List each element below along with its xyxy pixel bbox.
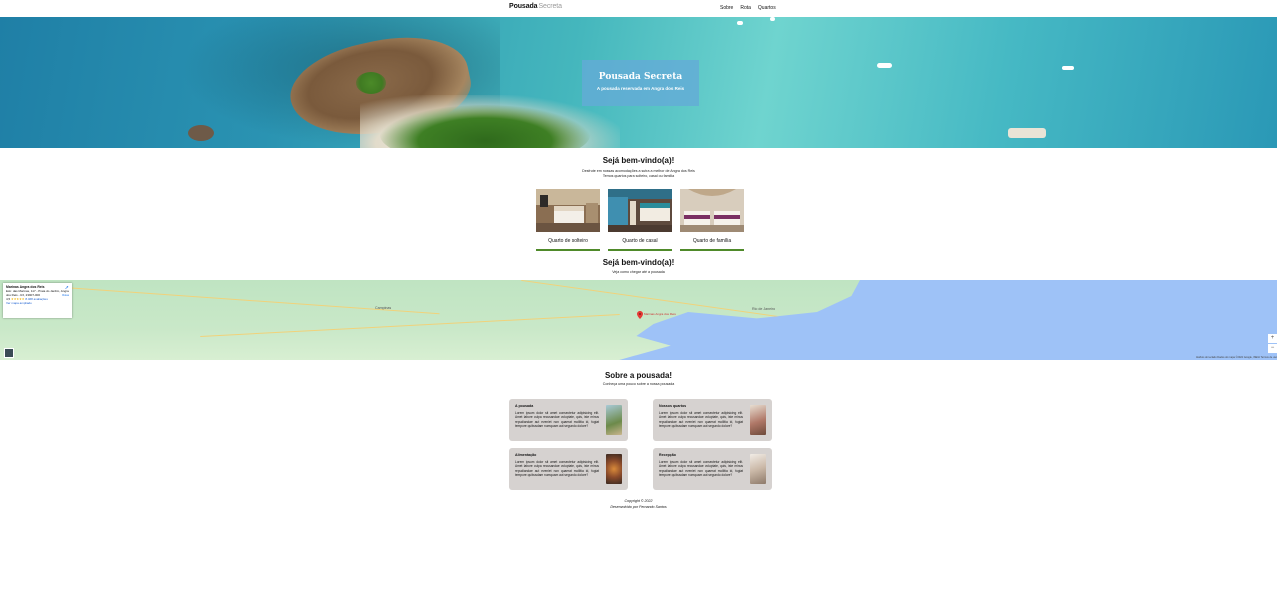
footer-credit: Desenvolvido por Fernando Santos — [610, 505, 667, 509]
info-card-recepcao: Recepção Lorem ipsum dolor sit amet cons… — [653, 448, 772, 490]
map-place-label: Marinas Angra dos Reis — [644, 312, 676, 316]
boat-image — [1062, 66, 1074, 70]
about-subtitle: Conheça uma pouco sobre a nossa pousada — [602, 382, 675, 386]
boat-image — [737, 21, 743, 25]
hero-title-box: Pousada Secreta A pousada reservada em A… — [582, 60, 699, 106]
map-satellite-toggle[interactable] — [4, 348, 14, 358]
hero-banner: Pousada Secreta A pousada reservada em A… — [0, 17, 1277, 148]
top-navbar: PousadaSecreta Sobre Rota Quartos — [0, 0, 1277, 17]
room-label: Quarto de casal — [622, 238, 658, 244]
brand-logo[interactable]: PousadaSecreta — [509, 3, 562, 10]
nav-link-sobre[interactable]: Sobre — [720, 5, 733, 11]
map-zoom-out-button[interactable]: − — [1268, 344, 1277, 353]
map-city-label: Rio de Janeiro — [752, 307, 776, 311]
room-photo — [608, 189, 672, 232]
card-body: Lorem ipsum dolor sit amet consectetur a… — [515, 460, 599, 478]
map-road — [200, 314, 620, 337]
map-pin-icon[interactable] — [637, 311, 643, 319]
room-label: Quarto de solteiro — [548, 238, 588, 244]
info-card-alimentacao: Alimentação Lorem ipsum dolor sit amet c… — [509, 448, 628, 490]
page: PousadaSecreta Sobre Rota Quartos Pousad… — [0, 0, 1277, 589]
nav-link-quartos[interactable]: Quartos — [758, 5, 776, 11]
hero-subtitle: A pousada reservada em Angra dos Reis — [596, 86, 685, 91]
hero-title: Pousada Secreta — [598, 72, 683, 82]
card-body: Lorem ipsum dolor sit amet consectetur a… — [659, 460, 743, 478]
map-attribution[interactable]: Atalhos do teclado Dados do mapa ©2022 G… — [1196, 356, 1277, 359]
room-card-casal[interactable]: Quarto de casal — [608, 189, 672, 251]
room-card-familia[interactable]: Quarto de família — [680, 189, 744, 251]
directions-label[interactable]: Rotas — [62, 294, 69, 298]
boat-image — [1008, 128, 1046, 138]
room-label: Quarto de família — [692, 238, 732, 244]
map-city-label: Campinas — [375, 306, 392, 310]
nav-links: Sobre Rota Quartos — [720, 5, 776, 11]
card-image — [606, 454, 622, 484]
map-info-card: Marinas Angra dos Reis Estr. das Marinas… — [3, 283, 72, 318]
card-image — [606, 405, 622, 435]
room-underline — [536, 249, 600, 251]
info-card-quartos: Nossos quartos Lorem ipsum dolor sit ame… — [653, 399, 772, 441]
map-enlarge-link[interactable]: Ver mapa ampliado — [6, 301, 69, 305]
boat-image — [877, 63, 892, 68]
about-heading: Sobre a pousada! — [604, 371, 673, 380]
room-photo — [680, 189, 744, 232]
route-heading: Sejá bem-vindo(a)! — [602, 258, 675, 267]
embedded-map[interactable]: Campinas Rio de Janeiro Marinas Angra do… — [0, 280, 1277, 360]
nav-link-rota[interactable]: Rota — [740, 5, 751, 11]
room-underline — [680, 249, 744, 251]
footer-copyright: Copyright © 2022 — [624, 499, 653, 503]
card-body: Lorem ipsum dolor sit amet consectetur a… — [659, 411, 743, 429]
brand-secondary: Secreta — [538, 3, 562, 10]
brand-primary: Pousada — [509, 3, 538, 10]
room-underline — [608, 249, 672, 251]
hero-bush — [356, 72, 386, 94]
boat-image — [770, 17, 775, 21]
room-card-solteiro[interactable]: Quarto de solteiro — [536, 189, 600, 251]
card-image — [750, 454, 766, 484]
hero-rock — [188, 125, 214, 141]
info-card-pousada: A pousada Lorem ipsum dolor sit amet con… — [509, 399, 628, 441]
room-photo — [536, 189, 600, 232]
map-zoom-in-button[interactable]: + — [1268, 334, 1277, 343]
map-road — [60, 286, 440, 315]
card-image — [750, 405, 766, 435]
map-info-address: Estr. das Marinas, 117 - Praia do Jardim… — [6, 289, 69, 297]
welcome-text-2: Temos quartos para solteiro, casal ou fa… — [602, 174, 675, 178]
card-body: Lorem ipsum dolor sit amet consectetur a… — [515, 411, 599, 429]
directions-icon[interactable]: ➚ — [65, 286, 69, 291]
welcome-heading: Sejá bem-vindo(a)! — [602, 156, 675, 165]
map-land — [0, 280, 860, 360]
route-subtitle: Veja como chegar até a pousada — [612, 270, 665, 274]
